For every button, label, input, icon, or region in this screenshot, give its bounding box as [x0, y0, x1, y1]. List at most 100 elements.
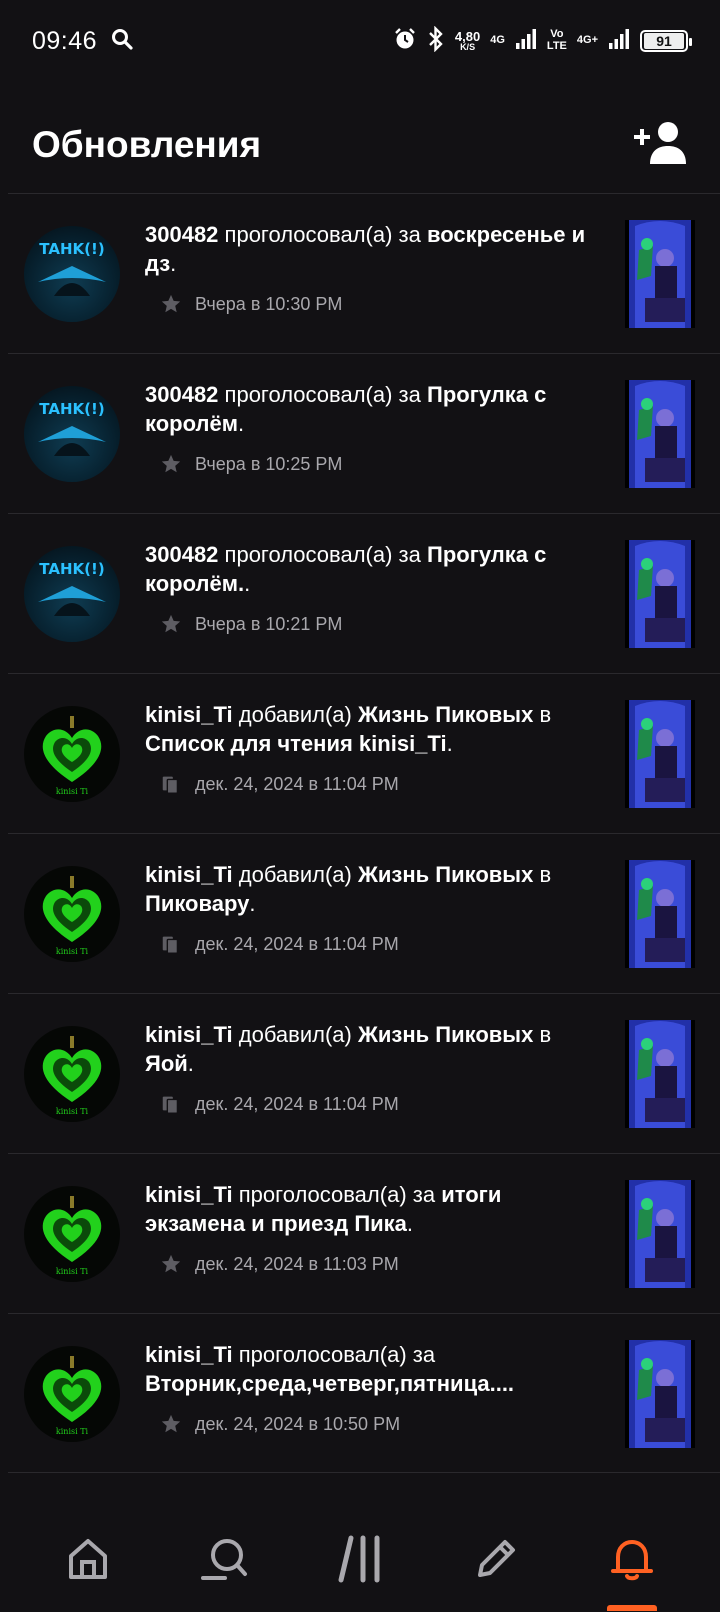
story-cover[interactable]	[625, 1340, 695, 1448]
feed-item[interactable]: TAHK(!) 300482 проголосовал(а) за воскрес…	[8, 193, 720, 353]
username-link[interactable]: kinisi_Ti	[145, 1182, 233, 1207]
username-link[interactable]: 300482	[145, 542, 218, 567]
story-cover[interactable]	[625, 380, 695, 488]
star-icon	[159, 1252, 183, 1276]
feed-item-text: 300482 проголосовал(а) за воскресенье и …	[145, 220, 590, 278]
nav-notifications-button[interactable]	[587, 1521, 677, 1611]
avatar-text: kinisi Ti	[56, 787, 89, 796]
feed-item[interactable]: kinisi Ti kinisi_Ti добавил(а) Жизнь Пико…	[8, 673, 720, 833]
feed-item-content: 300482 проголосовал(а) за Прогулка с кор…	[145, 540, 590, 636]
feed-item-content: 300482 проголосовал(а) за воскресенье и …	[145, 220, 590, 316]
username-link[interactable]: kinisi_Ti	[145, 1342, 233, 1367]
user-avatar[interactable]: TAHK(!)	[24, 546, 120, 642]
feed-item-text: kinisi_Ti добавил(а) Жизнь Пиковых в Пик…	[145, 860, 590, 918]
story-cover[interactable]	[625, 1020, 695, 1128]
avatar-text: TAHK(!)	[39, 560, 104, 578]
feed-item[interactable]: kinisi Ti kinisi_Ti проголосовал(а) за Вт…	[8, 1313, 720, 1473]
add-user-icon	[632, 120, 688, 171]
username-link[interactable]: kinisi_Ti	[145, 702, 233, 727]
story-cover[interactable]	[625, 860, 695, 968]
punctuation: .	[406, 1211, 414, 1236]
story-cover[interactable]	[625, 700, 695, 808]
timestamp: дек. 24, 2024 в 11:04 PM	[195, 1093, 399, 1114]
feed-item-meta: дек. 24, 2024 в 11:04 PM	[145, 932, 590, 956]
feed-item-meta: Вчера в 10:21 PM	[145, 612, 590, 636]
avatar-text: kinisi Ti	[56, 1107, 89, 1116]
story-link[interactable]: Вторник,среда,четверг,пятница....	[145, 1371, 514, 1396]
avatar-text: kinisi Ti	[56, 1267, 89, 1276]
reading-list-icon	[159, 772, 183, 796]
username-link[interactable]: kinisi_Ti	[145, 862, 233, 887]
network-type-2: 4G+	[576, 34, 598, 47]
search-icon	[199, 1536, 249, 1587]
nav-home-button[interactable]	[43, 1521, 133, 1601]
action-text: проголосовал(а) за	[224, 382, 421, 407]
active-tab-indicator	[607, 1605, 657, 1611]
feed-item-text: kinisi_Ti проголосовал(а) за Вторник,сре…	[145, 1340, 590, 1398]
preposition-text: в	[539, 702, 552, 727]
user-avatar[interactable]: kinisi Ti	[24, 1186, 120, 1282]
story-cover[interactable]	[625, 1180, 695, 1288]
nav-search-button[interactable]	[179, 1521, 269, 1601]
user-avatar[interactable]: TAHK(!)	[24, 226, 120, 322]
action-text: проголосовал(а) за	[224, 542, 421, 567]
feed-item[interactable]: TAHK(!) 300482 проголосовал(а) за Прогулк…	[8, 353, 720, 513]
updates-feed: TAHK(!) 300482 проголосовал(а) за воскрес…	[8, 193, 720, 1473]
reading-list-link[interactable]: Пиковару	[145, 891, 249, 916]
reading-list-link[interactable]: Список для чтения kinisi_Ti	[145, 731, 447, 756]
username-link[interactable]: kinisi_Ti	[145, 1022, 233, 1047]
star-icon	[159, 612, 183, 636]
feed-item[interactable]: kinisi Ti kinisi_Ti добавил(а) Жизнь Пико…	[8, 993, 720, 1153]
feed-item-content: kinisi_Ti добавил(а) Жизнь Пиковых в Яой…	[145, 1020, 590, 1116]
username-link[interactable]: 300482	[145, 222, 218, 247]
avatar-text: kinisi Ti	[56, 1427, 89, 1436]
user-avatar[interactable]: kinisi Ti	[24, 1026, 120, 1122]
signal-icon-2	[608, 28, 630, 55]
timestamp: Вчера в 10:30 PM	[195, 293, 343, 314]
nav-write-button[interactable]	[451, 1521, 541, 1601]
feed-item[interactable]: TAHK(!) 300482 проголосовал(а) за Прогулк…	[8, 513, 720, 673]
story-cover[interactable]	[625, 220, 695, 328]
nav-library-button[interactable]	[315, 1521, 405, 1601]
user-avatar[interactable]: kinisi Ti	[24, 866, 120, 962]
avatar-text: TAHK(!)	[39, 240, 104, 258]
feed-item-content: kinisi_Ti проголосовал(а) за Вторник,сре…	[145, 1340, 590, 1436]
story-link[interactable]: Жизнь Пиковых	[358, 862, 533, 887]
star-icon	[159, 452, 183, 476]
alarm-icon	[393, 27, 417, 56]
timestamp: дек. 24, 2024 в 11:04 PM	[195, 933, 399, 954]
star-icon	[159, 1412, 183, 1436]
network-type: 4G	[490, 34, 505, 47]
user-avatar[interactable]: kinisi Ti	[24, 1346, 120, 1442]
timestamp: дек. 24, 2024 в 11:04 PM	[195, 773, 399, 794]
feed-item[interactable]: kinisi Ti kinisi_Ti проголосовал(а) за ит…	[8, 1153, 720, 1313]
avatar-text: kinisi Ti	[56, 947, 89, 956]
status-time: 09:46	[32, 26, 98, 55]
user-avatar[interactable]: kinisi Ti	[24, 706, 120, 802]
avatar-text: TAHK(!)	[39, 400, 104, 418]
library-icon	[335, 1534, 385, 1589]
reading-list-link[interactable]: Яой	[145, 1051, 188, 1076]
feed-item-text: kinisi_Ti проголосовал(а) за итоги экзам…	[145, 1180, 590, 1238]
punctuation: .	[244, 571, 251, 596]
story-cover[interactable]	[625, 540, 695, 648]
feed-item[interactable]: kinisi Ti kinisi_Ti добавил(а) Жизнь Пико…	[8, 833, 720, 993]
punctuation: .	[237, 411, 245, 436]
add-user-button[interactable]	[632, 120, 688, 170]
story-link[interactable]: Жизнь Пиковых	[358, 702, 533, 727]
battery-icon: 91	[640, 30, 692, 52]
reading-list-icon	[159, 932, 183, 956]
username-link[interactable]: 300482	[145, 382, 218, 407]
feed-item-content: kinisi_Ti добавил(а) Жизнь Пиковых в Спи…	[145, 700, 590, 796]
user-avatar[interactable]: TAHK(!)	[24, 386, 120, 482]
feed-item-text: kinisi_Ti добавил(а) Жизнь Пиковых в Яой…	[145, 1020, 590, 1078]
story-link[interactable]: Жизнь Пиковых	[358, 1022, 533, 1047]
reading-list-icon	[159, 1092, 183, 1116]
feed-item-text: 300482 проголосовал(а) за Прогулка с кор…	[145, 540, 590, 598]
home-icon	[65, 1536, 111, 1587]
pencil-icon	[472, 1535, 520, 1588]
bell-icon	[608, 1535, 656, 1588]
feed-item-content: kinisi_Ti проголосовал(а) за итоги экзам…	[145, 1180, 590, 1276]
punctuation: .	[187, 1051, 194, 1076]
timestamp: дек. 24, 2024 в 10:50 PM	[195, 1413, 401, 1434]
